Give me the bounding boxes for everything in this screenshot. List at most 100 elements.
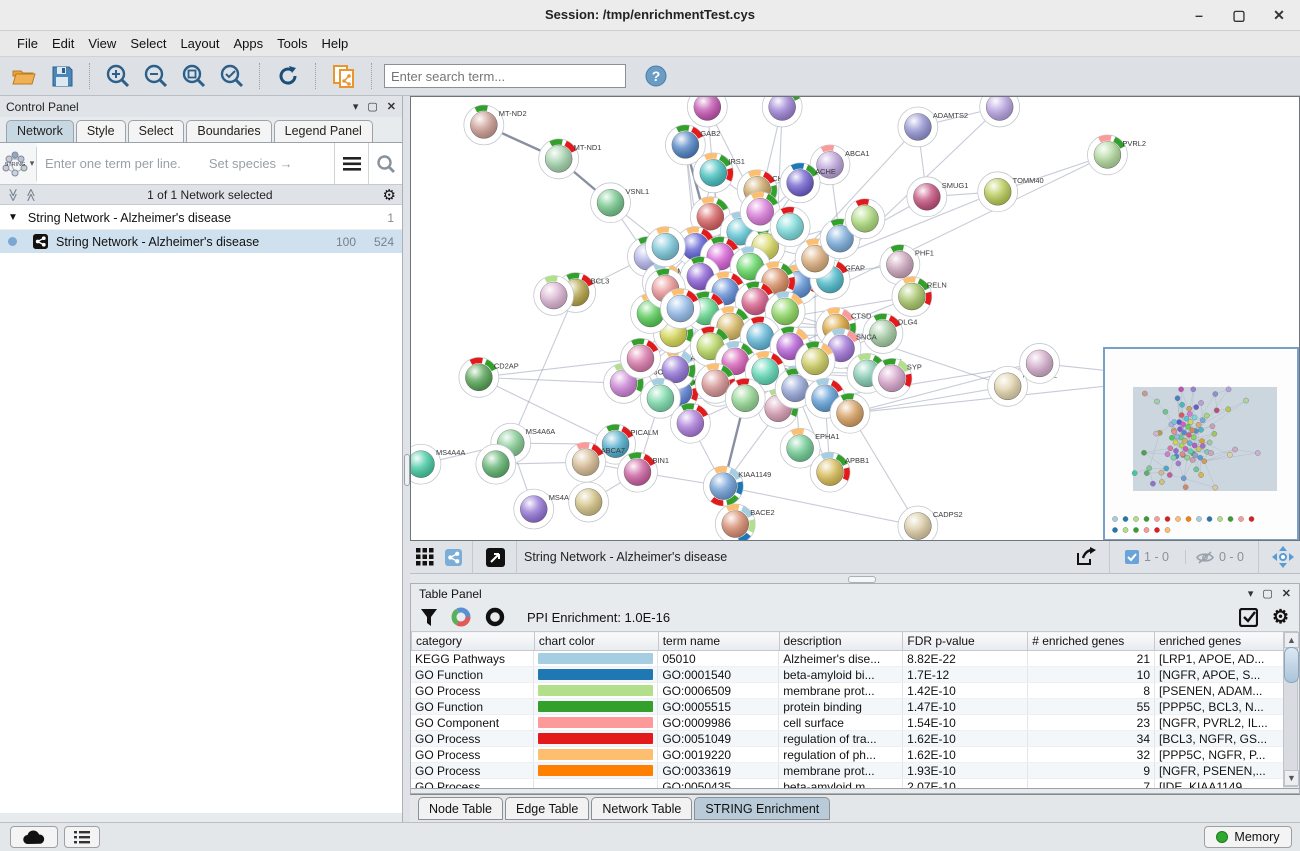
column-header[interactable]: chart color <box>534 632 658 651</box>
zoom-out-button[interactable] <box>140 61 172 91</box>
task-history-button[interactable] <box>64 826 100 848</box>
network-node[interactable] <box>795 341 835 381</box>
network-node[interactable] <box>830 393 870 433</box>
network-node[interactable]: CADPS2 <box>898 506 963 540</box>
network-node[interactable] <box>845 199 885 239</box>
annotation-mode-button[interactable] <box>480 542 510 572</box>
table-row[interactable]: GO FunctionGO:0005515protein binding1.47… <box>411 699 1284 715</box>
pan-tool-button[interactable] <box>1266 542 1300 572</box>
table-settings-gear-icon[interactable]: ⚙ <box>1272 606 1289 629</box>
tab-network-table[interactable]: Network Table <box>591 797 692 820</box>
grid-mode-button[interactable] <box>410 542 440 572</box>
panel-close-icon[interactable]: ✕ <box>387 100 396 113</box>
scrollbar-thumb[interactable] <box>1284 647 1299 683</box>
menu-help[interactable]: Help <box>315 33 356 54</box>
panel-menu-icon[interactable]: ▾ <box>353 100 359 113</box>
birds-eye-view[interactable] <box>1103 347 1299 541</box>
network-node[interactable] <box>762 97 802 127</box>
menu-view[interactable]: View <box>81 33 123 54</box>
zoom-in-button[interactable] <box>102 61 134 91</box>
open-session-button[interactable] <box>8 61 40 91</box>
network-node[interactable]: SMUG1 <box>907 177 968 217</box>
tab-node-table[interactable]: Node Table <box>418 797 503 820</box>
network-node[interactable]: VSNL1 <box>591 183 650 223</box>
network-collection-row[interactable]: ▼ String Network - Alzheimer's disease 1 <box>0 206 402 230</box>
network-row-selected[interactable]: String Network - Alzheimer's disease 100… <box>0 230 402 253</box>
network-node[interactable]: ADAMTS2 <box>898 107 968 147</box>
tab-legend-panel[interactable]: Legend Panel <box>274 120 373 142</box>
selected-checkbox-icon[interactable] <box>1125 550 1139 564</box>
view-mode-button[interactable] <box>440 542 466 572</box>
scroll-up-arrow[interactable]: ▲ <box>1284 632 1299 648</box>
network-node[interactable] <box>687 97 727 127</box>
string-options-button[interactable] <box>334 143 368 184</box>
network-node[interactable] <box>476 444 516 484</box>
donut-chart-icon[interactable] <box>485 607 505 627</box>
table-row[interactable]: KEGG Pathways05010Alzheimer's dise...8.8… <box>411 651 1284 667</box>
network-node[interactable] <box>621 338 661 378</box>
column-header[interactable]: term name <box>658 632 779 651</box>
network-node[interactable]: MS4A4E <box>514 489 578 529</box>
network-node[interactable]: CD2AP <box>459 357 519 397</box>
scroll-down-arrow[interactable]: ▼ <box>1284 770 1299 786</box>
network-node[interactable] <box>645 227 685 267</box>
collapse-all-icon[interactable]: ≫ <box>5 188 21 202</box>
splitter-grip[interactable] <box>848 576 876 583</box>
tab-edge-table[interactable]: Edge Table <box>505 797 589 820</box>
table-row[interactable]: GO ProcessGO:0006509membrane prot...1.42… <box>411 683 1284 699</box>
refresh-button[interactable] <box>272 61 304 91</box>
panel-close-icon[interactable]: ✕ <box>1282 587 1291 600</box>
network-node[interactable]: MT-ND1 <box>539 139 602 179</box>
network-node[interactable] <box>980 97 1020 127</box>
menu-layout[interactable]: Layout <box>173 33 226 54</box>
maximize-button[interactable]: ▢ <box>1226 4 1252 26</box>
column-header[interactable]: description <box>779 632 903 651</box>
table-row[interactable]: GO FunctionGO:0001540beta-amyloid bi...1… <box>411 667 1284 683</box>
table-row[interactable]: GO ProcessGO:0033619membrane prot...1.93… <box>411 763 1284 779</box>
minimize-button[interactable]: – <box>1186 4 1212 26</box>
table-vertical-scrollbar[interactable]: ▲ ▼ <box>1283 631 1298 787</box>
menu-select[interactable]: Select <box>123 33 173 54</box>
network-node[interactable] <box>569 482 609 522</box>
network-node[interactable] <box>1020 343 1060 383</box>
network-node[interactable]: PVRL2 <box>1087 135 1146 175</box>
close-button[interactable]: ✕ <box>1266 4 1292 26</box>
tree-expand-icon[interactable]: ▼ <box>8 212 18 223</box>
menu-tools[interactable]: Tools <box>270 33 314 54</box>
column-header[interactable]: # enriched genes <box>1028 632 1155 651</box>
zoom-selected-button[interactable] <box>216 61 248 91</box>
network-canvas[interactable]: MT-ND2MT-ND1VSNL1GAB2IRS1CHATABCA1ACHEAD… <box>410 96 1300 541</box>
network-node[interactable] <box>534 276 574 316</box>
panel-float-icon[interactable]: ▢ <box>1262 587 1272 600</box>
help-button[interactable]: ? <box>640 61 672 91</box>
column-header[interactable]: enriched genes <box>1155 632 1284 651</box>
tab-network[interactable]: Network <box>6 120 74 142</box>
network-node[interactable] <box>670 403 710 443</box>
panel-menu-icon[interactable]: ▾ <box>1248 587 1254 600</box>
search-input[interactable] <box>384 64 626 88</box>
network-node[interactable]: BIN1 <box>618 452 670 492</box>
table-row[interactable]: GO ProcessGO:0051049regulation of tra...… <box>411 731 1284 747</box>
table-row[interactable]: GO ComponentGO:0009986cell surface1.54E-… <box>411 715 1284 731</box>
string-protein-query-button[interactable]: STRING ▾ <box>0 147 37 181</box>
cloud-tasks-button[interactable] <box>10 826 58 848</box>
network-node[interactable] <box>660 289 700 329</box>
tab-boundaries[interactable]: Boundaries <box>186 120 271 142</box>
menu-edit[interactable]: Edit <box>45 33 81 54</box>
panel-float-icon[interactable]: ▢ <box>367 100 377 113</box>
menu-file[interactable]: File <box>10 33 45 54</box>
network-options-gear-icon[interactable]: ⚙ <box>383 186 396 204</box>
string-term-input[interactable]: Enter one term per line. Set species → <box>37 143 334 184</box>
network-node[interactable]: RELN <box>892 277 947 317</box>
panel-splitter-horizontal[interactable] <box>410 574 1300 583</box>
filter-icon[interactable] <box>421 609 437 626</box>
table-row[interactable]: GO ProcessGO:0019220regulation of ph...1… <box>411 747 1284 763</box>
network-node[interactable]: APBB1 <box>810 452 869 492</box>
hidden-eye-icon[interactable] <box>1196 551 1214 564</box>
network-node[interactable]: BACE2 <box>715 504 774 540</box>
column-header[interactable]: category <box>412 632 535 651</box>
tab-select[interactable]: Select <box>128 120 185 142</box>
menu-apps[interactable]: Apps <box>227 33 271 54</box>
table-row[interactable]: GO ProcessGO:0050435beta-amyloid m...2.0… <box>411 779 1284 790</box>
enrichment-chart-icon[interactable] <box>451 607 471 627</box>
